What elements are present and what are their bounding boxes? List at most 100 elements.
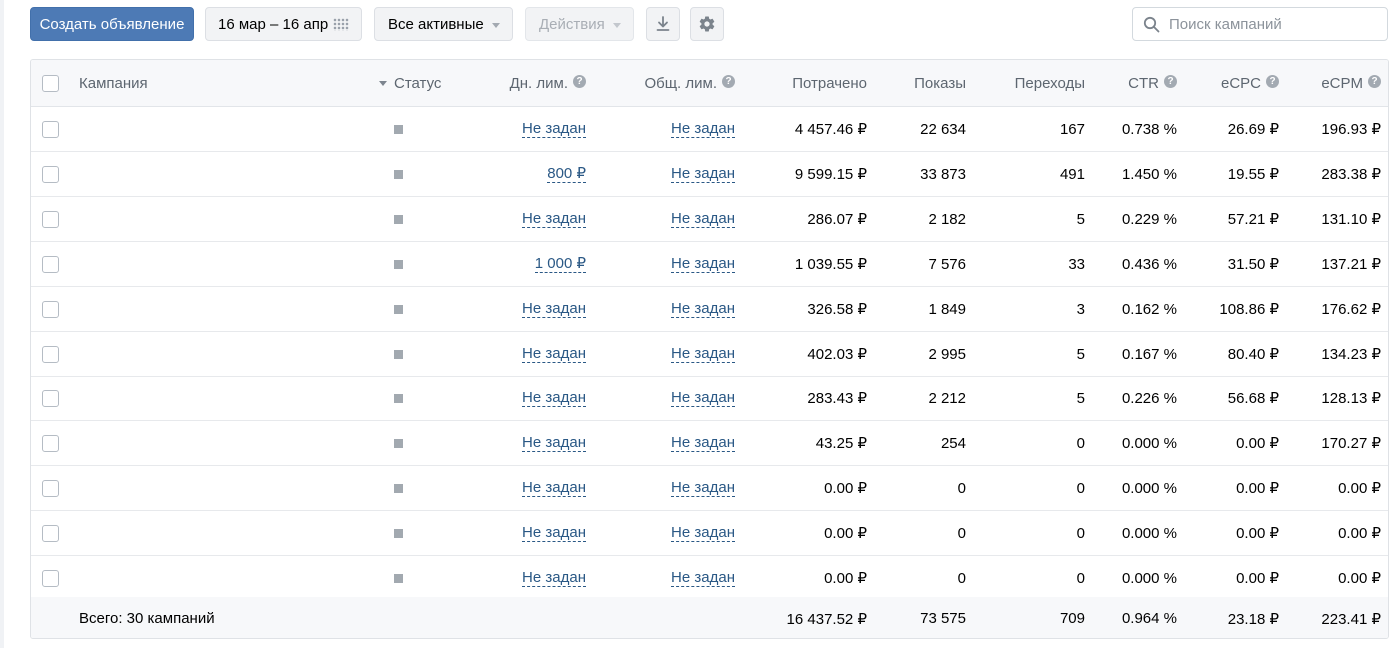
clicks-value: 5: [1076, 345, 1085, 363]
day-limit-link[interactable]: Не задан: [522, 120, 586, 138]
campaign-name[interactable]: [79, 152, 359, 196]
ecpc-value: 0.00 ₽: [1236, 570, 1279, 587]
header-ctr-label: CTR: [1128, 74, 1159, 92]
campaign-name[interactable]: [79, 421, 359, 465]
table-row: Не задан Не задан 43.25 ₽ 254 0 0.000 % 0.00 ₽…: [31, 421, 1388, 466]
help-icon[interactable]: ?: [1266, 75, 1279, 88]
day-limit-link[interactable]: Не задан: [522, 569, 586, 587]
header-day-limit[interactable]: Дн. лим. ?: [510, 60, 586, 106]
shows-value: 0: [957, 569, 966, 587]
campaign-name[interactable]: [79, 107, 359, 151]
ctr-value: 0.162 %: [1121, 300, 1177, 318]
help-icon[interactable]: ?: [1164, 75, 1177, 88]
day-limit-link[interactable]: Не задан: [522, 524, 586, 542]
day-limit-link[interactable]: 1 000 ₽: [534, 255, 586, 273]
status-square-icon: [394, 169, 403, 179]
settings-button[interactable]: [690, 7, 724, 41]
help-icon[interactable]: ?: [573, 75, 586, 88]
day-limit-link[interactable]: Не задан: [522, 434, 586, 452]
status-square-icon: [394, 393, 403, 403]
ecpm-value: 176.62 ₽: [1321, 301, 1381, 318]
total-limit-link[interactable]: Не задан: [671, 434, 735, 452]
help-icon[interactable]: ?: [1368, 75, 1381, 88]
total-limit-link[interactable]: Не задан: [671, 120, 735, 138]
campaign-name[interactable]: [79, 511, 359, 555]
header-spent[interactable]: Потрачено: [792, 60, 867, 106]
ecpm-value: 0.00 ₽: [1338, 525, 1381, 542]
day-limit-link[interactable]: Не задан: [522, 389, 586, 407]
create-ad-button[interactable]: Создать объявление: [30, 7, 194, 41]
shows-value: 7 576: [928, 255, 966, 273]
ecpc-value: 80.40 ₽: [1227, 346, 1279, 363]
day-limit-link[interactable]: Не задан: [522, 300, 586, 318]
spent-value: 286.07 ₽: [807, 211, 867, 228]
header-total-limit[interactable]: Общ. лим. ?: [644, 60, 735, 106]
help-icon[interactable]: ?: [722, 75, 735, 88]
table-row: Не задан Не задан 402.03 ₽ 2 995 5 0.167 % 80.…: [31, 332, 1388, 377]
campaign-name[interactable]: [79, 242, 359, 286]
header-shows[interactable]: Показы: [914, 60, 966, 106]
row-checkbox[interactable]: [42, 255, 59, 273]
row-checkbox[interactable]: [42, 210, 59, 228]
download-button[interactable]: [646, 7, 680, 41]
campaign-name[interactable]: [79, 287, 359, 331]
total-limit-link[interactable]: Не задан: [671, 300, 735, 318]
header-clicks[interactable]: Переходы: [1015, 60, 1085, 106]
row-checkbox[interactable]: [42, 300, 59, 318]
table-row: 1 000 ₽ Не задан 1 039.55 ₽ 7 576 33 0.436 % 3…: [31, 242, 1388, 287]
ecpm-value: 128.13 ₽: [1321, 390, 1381, 407]
total-limit-link[interactable]: Не задан: [671, 165, 735, 183]
header-ctr[interactable]: CTR ?: [1128, 60, 1177, 106]
status-filter-dropdown[interactable]: Все активные: [374, 7, 513, 41]
day-limit-link[interactable]: 800 ₽: [547, 165, 586, 183]
row-checkbox[interactable]: [42, 434, 59, 452]
shows-value: 2 212: [928, 389, 966, 407]
table-row: 800 ₽ Не задан 9 599.15 ₽ 33 873 491 1.450 % 1…: [31, 152, 1388, 197]
row-checkbox[interactable]: [42, 165, 59, 183]
chevron-down-icon: [613, 23, 621, 28]
table-row: Не задан Не задан 0.00 ₽ 0 0 0.000 % 0.00 ₽ 0.0…: [31, 556, 1388, 601]
campaign-name[interactable]: [79, 556, 359, 600]
header-ecpm[interactable]: eCPM ?: [1321, 60, 1381, 106]
ctr-value: 0.436 %: [1121, 255, 1177, 273]
row-checkbox[interactable]: [42, 345, 59, 363]
total-limit-link[interactable]: Не задан: [671, 524, 735, 542]
total-limit-link[interactable]: Не задан: [671, 210, 735, 228]
date-range-picker[interactable]: 16 мар – 16 апр: [205, 7, 362, 41]
day-limit-link[interactable]: Не задан: [522, 479, 586, 497]
campaign-name[interactable]: [79, 332, 359, 376]
ecpm-value: 0.00 ₽: [1338, 570, 1381, 587]
day-limit-link[interactable]: Не задан: [522, 345, 586, 363]
row-checkbox[interactable]: [42, 389, 59, 407]
table-header: Кампания Статус Дн. лим. ? Общ. лим. ? П…: [31, 60, 1388, 107]
select-all-checkbox[interactable]: [42, 74, 59, 92]
ctr-value: 0.167 %: [1121, 345, 1177, 363]
header-status-label: Статус: [394, 74, 442, 92]
row-checkbox[interactable]: [42, 479, 59, 497]
actions-dropdown[interactable]: Действия: [525, 7, 634, 41]
total-limit-link[interactable]: Не задан: [671, 389, 735, 407]
total-limit-link[interactable]: Не задан: [671, 569, 735, 587]
row-checkbox[interactable]: [42, 524, 59, 542]
shows-value: 22 634: [920, 120, 966, 138]
campaign-name[interactable]: [79, 197, 359, 241]
header-status[interactable]: Статус: [371, 60, 451, 106]
total-limit-link[interactable]: Не задан: [671, 345, 735, 363]
campaign-name[interactable]: [79, 466, 359, 510]
header-campaign[interactable]: Кампания: [79, 60, 359, 106]
row-checkbox[interactable]: [42, 120, 59, 138]
header-ecpc[interactable]: eCPC ?: [1221, 60, 1279, 106]
clicks-value: 0: [1076, 524, 1085, 542]
shows-value: 2 182: [928, 210, 966, 228]
clicks-value: 33: [1068, 255, 1085, 273]
total-limit-link[interactable]: Не задан: [671, 255, 735, 273]
day-limit-link[interactable]: Не задан: [522, 210, 586, 228]
status-square-icon: [394, 304, 403, 314]
shows-value: 0: [957, 524, 966, 542]
campaign-name[interactable]: [79, 376, 359, 420]
row-checkbox[interactable]: [42, 569, 59, 587]
calendar-grid-icon: [333, 18, 349, 31]
search-input[interactable]: [1169, 8, 1379, 40]
total-limit-link[interactable]: Не задан: [671, 479, 735, 497]
footer-total-label: Всего: 30 кампаний: [79, 610, 215, 627]
